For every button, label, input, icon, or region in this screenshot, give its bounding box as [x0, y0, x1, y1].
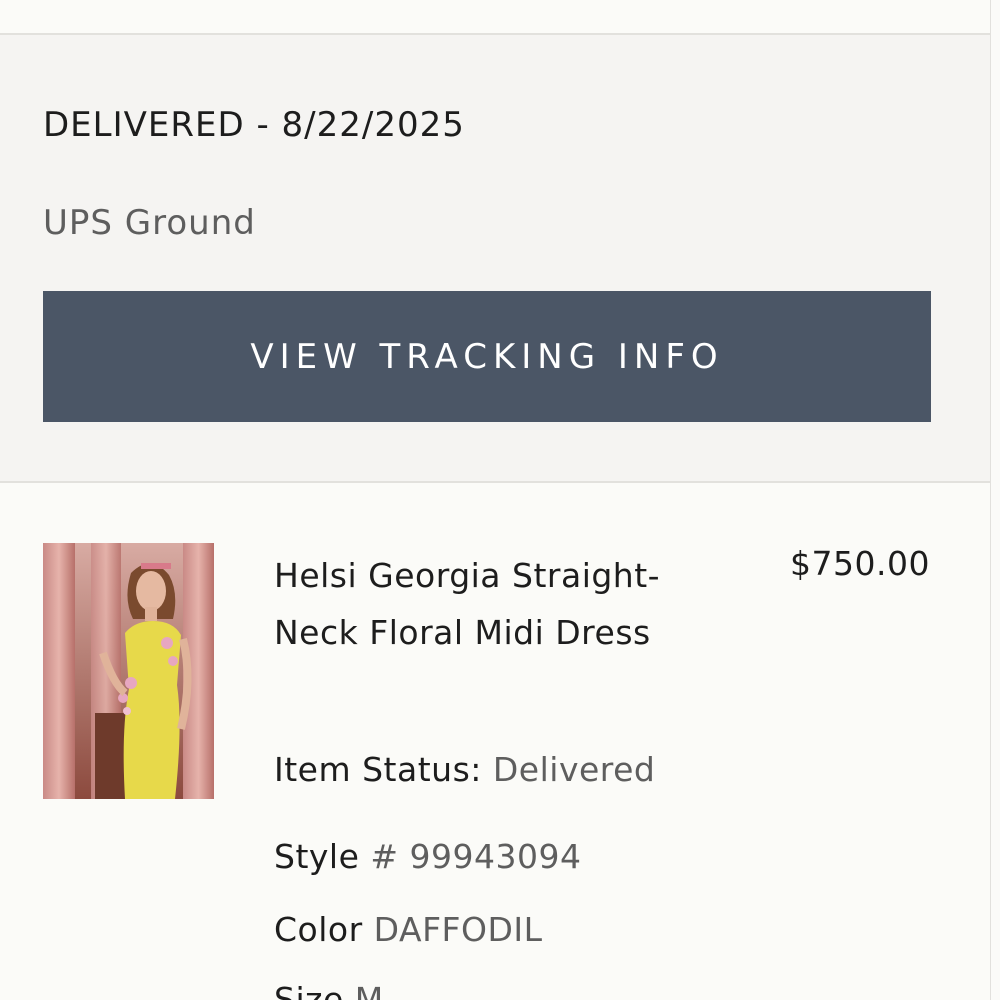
size-row: Size M [274, 980, 384, 1000]
view-tracking-button[interactable]: VIEW TRACKING INFO [43, 291, 931, 422]
size-label: Size [274, 980, 344, 1000]
style-row: Style # 99943094 [274, 837, 582, 876]
delivery-status-heading: DELIVERED - 8/22/2025 [43, 105, 465, 145]
item-status-label: Item Status: [274, 750, 482, 789]
item-status-value: Delivered [492, 750, 656, 789]
item-status-row: Item Status: Delivered [274, 750, 655, 789]
product-price: $750.00 [790, 544, 930, 583]
color-value: DAFFODIL [373, 910, 543, 949]
color-label: Color [274, 910, 363, 949]
style-number: # 99943094 [370, 837, 582, 876]
dress-photo-icon [43, 543, 214, 799]
product-name[interactable]: Helsi Georgia Straight-Neck Floral Midi … [274, 547, 734, 661]
style-label: Style [274, 837, 360, 876]
color-row: Color DAFFODIL [274, 910, 543, 949]
shipping-carrier: UPS Ground [43, 203, 256, 243]
previous-section [0, 0, 991, 35]
size-value: M [354, 980, 384, 1000]
product-image[interactable] [43, 543, 214, 799]
order-details-page: DELIVERED - 8/22/2025 UPS Ground VIEW TR… [0, 0, 1000, 1000]
